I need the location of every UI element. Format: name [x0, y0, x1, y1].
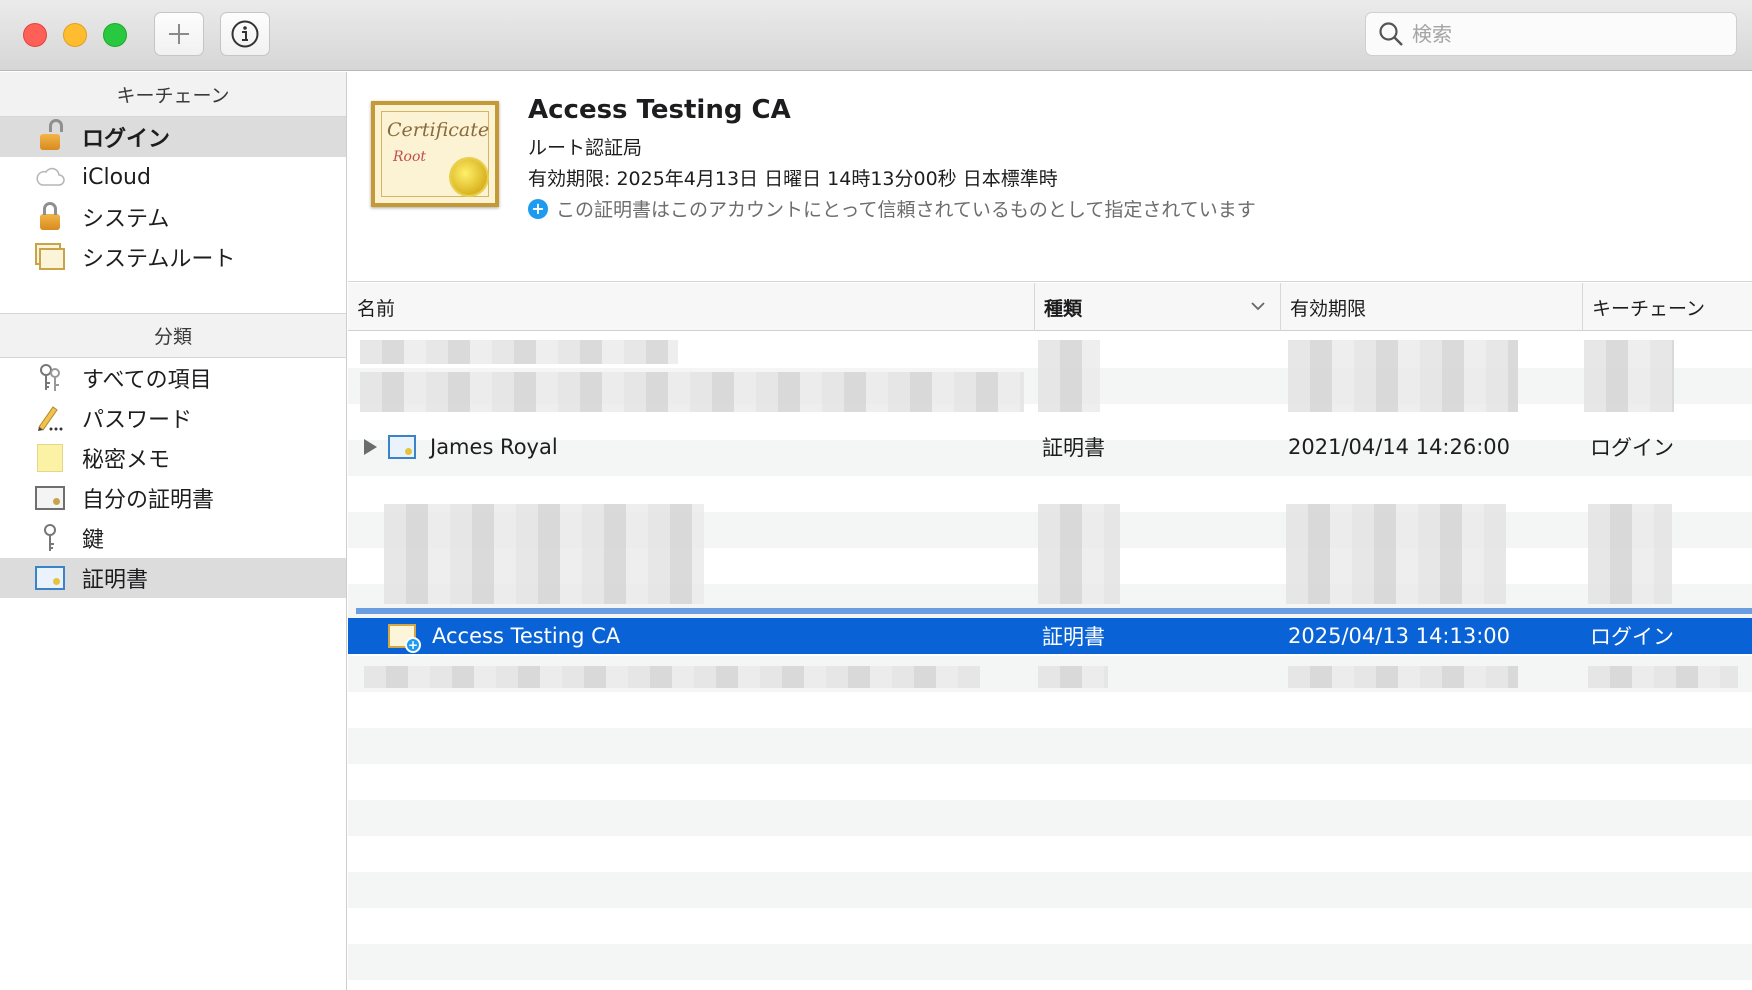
redacted-row — [1286, 504, 1506, 604]
row-name: Access Testing CA — [432, 624, 621, 648]
table-row-selected[interactable]: + Access Testing CA 証明書 2025/04/13 14:13… — [348, 618, 1752, 654]
redacted-row — [1288, 666, 1518, 688]
sidebar-item-login[interactable]: ログイン — [0, 117, 346, 157]
pencil-icon — [34, 403, 66, 433]
my-certificate-icon — [34, 483, 66, 513]
disclosure-triangle-icon[interactable] — [364, 439, 377, 455]
sidebar-item-label: システム — [82, 207, 170, 232]
redacted-row — [1588, 504, 1672, 604]
row-expires: 2025/04/13 14:13:00 — [1288, 624, 1511, 648]
root-certificate-icon: Certificate Root — [371, 101, 499, 207]
redacted-row — [360, 340, 678, 364]
add-button[interactable] — [154, 12, 204, 56]
drop-indicator — [356, 608, 1752, 614]
key-icon — [34, 523, 66, 553]
info-icon — [231, 20, 259, 48]
search-field[interactable] — [1365, 12, 1737, 56]
certificate-title: Access Testing CA — [528, 95, 791, 125]
sidebar-item-icloud[interactable]: iCloud — [0, 157, 346, 197]
sidebar-item-certificates[interactable]: 証明書 — [0, 558, 346, 598]
zoom-button[interactable] — [103, 23, 127, 47]
certificate-icon — [34, 563, 66, 593]
column-header-expires[interactable]: 有効期限 — [1280, 283, 1582, 331]
cloud-icon — [34, 162, 66, 192]
keys-icon — [34, 363, 66, 393]
chevron-down-icon — [1251, 302, 1265, 311]
redacted-row — [1288, 340, 1518, 412]
search-icon — [1379, 22, 1403, 46]
sidebar-item-label: 証明書 — [82, 568, 149, 593]
sidebar-item-label: システムルート — [82, 247, 236, 272]
sidebar-item-system-roots[interactable]: システムルート — [0, 237, 346, 277]
table-header: 名前 種類 有効期限 キーチェーン — [348, 283, 1752, 331]
sidebar-item-all-items[interactable]: すべての項目 — [0, 358, 346, 398]
redacted-row — [1588, 666, 1738, 688]
redacted-row — [364, 666, 980, 688]
row-kind: 証明書 — [1042, 436, 1105, 460]
row-keychain: ログイン — [1590, 625, 1674, 649]
sidebar-item-keys[interactable]: 鍵 — [0, 518, 346, 558]
search-input[interactable] — [1412, 22, 1712, 46]
sidebar-item-label: 鍵 — [82, 528, 105, 553]
sidebar-item-my-certificates[interactable]: 自分の証明書 — [0, 478, 346, 518]
seal-icon — [451, 159, 487, 195]
keychains-header: キーチェーン — [0, 72, 346, 117]
sidebar-item-system[interactable]: システム — [0, 197, 346, 237]
redacted-row — [360, 372, 1024, 412]
trust-status-text: この証明書はこのアカウントにとって信頼されているものとして指定されています — [556, 199, 1256, 221]
certificates-icon — [34, 242, 66, 272]
redacted-row — [1584, 340, 1674, 412]
sidebar-item-label: パスワード — [82, 408, 193, 433]
trust-status: + この証明書はこのアカウントにとって信頼されているものとして指定されています — [528, 195, 1256, 222]
sidebar-item-label: 秘密メモ — [82, 448, 171, 473]
categories-header: 分類 — [0, 313, 346, 358]
plus-icon — [169, 24, 189, 44]
certificate-expiry: 有効期限: 2025年4月13日 日曜日 14時13分00秒 日本標準時 — [528, 168, 1058, 190]
row-name: James Royal — [430, 435, 558, 459]
sidebar-item-label: iCloud — [82, 164, 151, 190]
redacted-row — [384, 504, 704, 604]
lock-icon — [34, 202, 66, 232]
main-pane: Certificate Root Access Testing CA ルート認証… — [348, 72, 1752, 990]
sidebar-item-label: 自分の証明書 — [82, 488, 215, 513]
table-row[interactable]: James Royal 証明書 2021/04/14 14:26:00 ログイン — [348, 429, 1752, 465]
toolbar — [0, 0, 1752, 71]
column-header-name[interactable]: 名前 — [348, 283, 1034, 331]
trusted-certificate-icon: + — [388, 624, 421, 653]
certificate-icon — [388, 435, 416, 459]
sidebar-item-label: ログイン — [82, 127, 171, 152]
redacted-row — [1038, 504, 1120, 604]
note-icon — [34, 443, 66, 473]
redacted-row — [1038, 340, 1100, 412]
redacted-row — [1038, 666, 1108, 688]
close-button[interactable] — [23, 23, 47, 47]
minimize-button[interactable] — [63, 23, 87, 47]
sidebar-item-label: すべての項目 — [82, 368, 212, 393]
column-header-keychain[interactable]: キーチェーン — [1582, 283, 1752, 331]
row-kind: 証明書 — [1042, 625, 1105, 649]
row-keychain: ログイン — [1590, 436, 1674, 460]
sidebar-item-passwords[interactable]: パスワード — [0, 398, 346, 438]
certificate-detail: Certificate Root Access Testing CA ルート認証… — [348, 72, 1752, 282]
info-button[interactable] — [220, 12, 270, 56]
certificate-list: James Royal 証明書 2021/04/14 14:26:00 ログイン… — [348, 332, 1752, 990]
lock-open-icon — [34, 119, 66, 152]
row-expires: 2021/04/14 14:26:00 — [1288, 435, 1511, 459]
certificate-type: ルート認証局 — [528, 137, 643, 159]
column-header-kind[interactable]: 種類 — [1034, 283, 1280, 331]
sidebar-item-secure-notes[interactable]: 秘密メモ — [0, 438, 346, 478]
trusted-plus-icon: + — [528, 198, 548, 219]
sidebar: キーチェーン ログイン iCloud システム システムルート 分類 すべての項… — [0, 72, 347, 990]
